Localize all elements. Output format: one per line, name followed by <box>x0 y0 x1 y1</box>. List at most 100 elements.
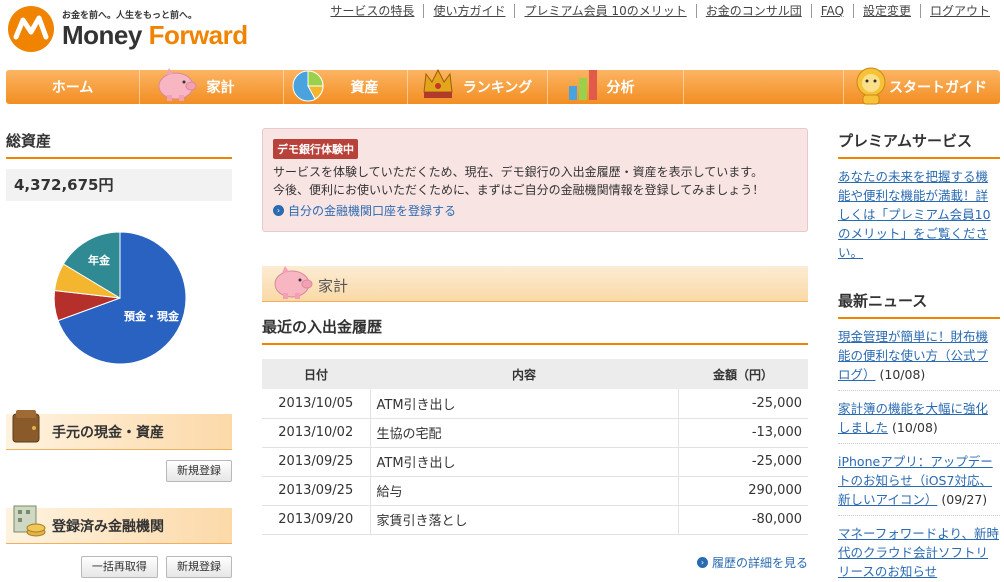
institutions-actions: 一括再取得 新規登録 <box>6 556 232 578</box>
menu-ranking-label: ランキング <box>462 80 533 96</box>
row-amount: -25,000 <box>678 389 808 419</box>
piggy-bank-small-icon <box>274 266 313 299</box>
kakei-header: 家計 <box>262 266 808 302</box>
news-date: (09/27) <box>941 492 988 507</box>
row-date: 2013/09/25 <box>262 447 371 477</box>
table-row[interactable]: 2013/09/25 給与 290,000 <box>262 476 808 506</box>
recent-transactions-title: 最近の入出金履歴 <box>262 316 808 345</box>
row-date: 2013/10/05 <box>262 389 371 419</box>
table-row[interactable]: 2013/09/20 家賃引き落とし -80,000 <box>262 505 808 535</box>
demo-badge: デモ銀行体験中 <box>273 139 358 159</box>
center-column: デモ銀行体験中 サービスを体験していただくため、現在、デモ銀行の入出金履歴・資産… <box>262 128 808 570</box>
table-header-row: 日付 内容 金額（円） <box>262 359 808 389</box>
row-desc: ATM引き出し <box>370 447 679 477</box>
institutions-title: 登録済み金融機関 <box>52 518 164 535</box>
news-date: (10/08) <box>879 367 926 382</box>
news-item: 家計簿の機能を大幅に強化しました (10/08) <box>838 399 1000 444</box>
row-desc: 生協の宅配 <box>370 418 679 448</box>
row-desc: ATM引き出し <box>370 389 679 419</box>
topnav-consultants[interactable]: お金のコンサル団 <box>695 4 811 18</box>
arrow-circle-icon: › <box>696 557 708 568</box>
row-amount: 290,000 <box>678 476 808 506</box>
left-column: 総資産 4,372,675円 預金・現金 年金 手元の現金・資産 新規登録 登録… <box>6 128 232 578</box>
register-account-link[interactable]: › 自分の金融機関口座を登録する <box>273 202 797 219</box>
menu-bunseki-label: 分析 <box>606 80 635 96</box>
cash-section: 手元の現金・資産 新規登録 <box>6 410 232 482</box>
logo[interactable]: お金を前へ。人生をもっと前へ。 Money Forward <box>6 4 256 60</box>
brand-money: Money <box>62 20 142 50</box>
row-amount: -80,000 <box>678 505 808 535</box>
row-date: 2013/09/25 <box>262 476 371 506</box>
top-nav: サービスの特長 使い方ガイド プレミアム会員 10のメリット お金のコンサル団 … <box>321 4 990 18</box>
history-detail-link-label: 履歴の詳細を見る <box>711 556 808 570</box>
premium-title: プレミアムサービス <box>838 128 1000 159</box>
row-desc: 給与 <box>370 476 679 506</box>
bulk-refetch-button[interactable]: 一括再取得 <box>80 556 158 578</box>
demo-notice: デモ銀行体験中 サービスを体験していただくため、現在、デモ銀行の入出金履歴・資産… <box>262 128 808 232</box>
news-date: (10/08) <box>892 420 938 435</box>
menu-home-label: ホーム <box>51 80 94 96</box>
institutions-section: 登録済み金融機関 一括再取得 新規登録 <box>6 505 232 578</box>
arrow-circle-icon: › <box>273 205 284 216</box>
table-row[interactable]: 2013/09/25 ATM引き出し -25,000 <box>262 447 808 477</box>
building-coins-icon <box>13 505 46 537</box>
news-title: 最新ニュース <box>838 288 1000 319</box>
menu-start-guide[interactable]: スタートガイド <box>844 67 1000 105</box>
menu-bunseki[interactable]: 分析 <box>548 70 684 104</box>
topnav-premium-merits[interactable]: プレミアム会員 10のメリット <box>514 4 695 18</box>
news-item: iPhoneアプリ：アップデートのお知らせ（iOS7対応、新しいアイコン） (0… <box>838 452 1000 516</box>
brand-forward: Forward <box>148 20 249 50</box>
menu-kakei[interactable]: 家計 <box>140 68 284 104</box>
lion-mascot-icon <box>856 67 886 105</box>
menu-ranking[interactable]: ランキング <box>408 68 548 104</box>
notice-line-1: サービスを体験していただくため、現在、デモ銀行の入出金履歴・資産を表示しています… <box>273 165 764 179</box>
wallet-icon <box>12 410 40 443</box>
menu-shisan-label: 資産 <box>350 80 379 96</box>
transactions-table: 日付 内容 金額（円） 2013/10/05 ATM引き出し -25,000 2… <box>262 359 808 535</box>
table-row[interactable]: 2013/10/02 生協の宅配 -13,000 <box>262 418 808 448</box>
news-item: マネーフォワードより、新時代のクラウド会計ソフトリリースのお知らせ <box>838 524 1000 582</box>
topnav-logout[interactable]: ログアウト <box>919 4 990 18</box>
col-desc: 内容 <box>370 359 678 389</box>
cash-header: 手元の現金・資産 <box>6 410 232 450</box>
total-assets-title: 総資産 <box>6 128 232 159</box>
cash-new-register-button[interactable]: 新規登録 <box>166 460 232 482</box>
menu-home[interactable]: ホーム <box>6 70 140 104</box>
table-row[interactable]: 2013/10/05 ATM引き出し -25,000 <box>262 389 808 419</box>
asset-pie-chart: 預金・現金 年金 <box>50 228 190 372</box>
menu-start-guide-label: スタートガイド <box>889 80 987 96</box>
crown-icon <box>423 68 453 98</box>
history-detail-link[interactable]: › 履歴の詳細を見る <box>696 554 808 571</box>
cash-title: 手元の現金・資産 <box>52 424 164 441</box>
col-amount: 金額（円） <box>678 359 808 389</box>
pie-label-deposit: 預金・現金 <box>124 309 180 323</box>
logo-mark-icon <box>8 6 54 52</box>
cash-actions: 新規登録 <box>6 460 232 482</box>
right-column: プレミアムサービス あなたの未来を把握する機能や便利な機能が満載！詳しくは「プレ… <box>838 128 1000 582</box>
institutions-new-register-button[interactable]: 新規登録 <box>166 556 232 578</box>
news-link[interactable]: マネーフォワードより、新時代のクラウド会計ソフトリリースのお知らせ <box>838 526 999 579</box>
col-date: 日付 <box>262 359 370 389</box>
menu-shisan[interactable]: 資産 <box>284 70 408 104</box>
row-desc: 家賃引き落とし <box>370 505 679 535</box>
premium-link[interactable]: あなたの未来を把握する機能や便利な機能が満載！詳しくは「プレミアム会員10のメリ… <box>838 167 1000 262</box>
pie-chart-icon <box>292 70 324 102</box>
piggy-bank-icon <box>158 68 197 101</box>
row-amount: -25,000 <box>678 447 808 477</box>
notice-text: サービスを体験していただくため、現在、デモ銀行の入出金履歴・資産を表示しています… <box>273 163 797 199</box>
topnav-guide[interactable]: 使い方ガイド <box>423 4 514 18</box>
menu-spacer <box>684 70 844 104</box>
topnav-faq[interactable]: FAQ <box>810 4 853 18</box>
register-account-link-label: 自分の金融機関口座を登録する <box>288 204 457 218</box>
topnav-features[interactable]: サービスの特長 <box>321 4 423 18</box>
news-item: 現金管理が簡単に！財布機能の便利な使い方（公式ブログ） (10/08) <box>838 327 1000 391</box>
institutions-header: 登録済み金融機関 <box>6 505 232 544</box>
kakei-label: 家計 <box>318 277 349 295</box>
topnav-settings[interactable]: 設定変更 <box>852 4 920 18</box>
row-date: 2013/10/02 <box>262 418 371 448</box>
bar-chart-icon <box>569 70 597 100</box>
row-amount: -13,000 <box>678 418 808 448</box>
notice-line-2: 今後、便利にお使いいただくために、まずはご自分の金融機関情報を登録してみましょう… <box>273 183 765 197</box>
main-menu: ホーム 家計 資産 ランキング 分析 スタートガイド <box>6 67 1000 105</box>
row-date: 2013/09/20 <box>262 505 371 535</box>
